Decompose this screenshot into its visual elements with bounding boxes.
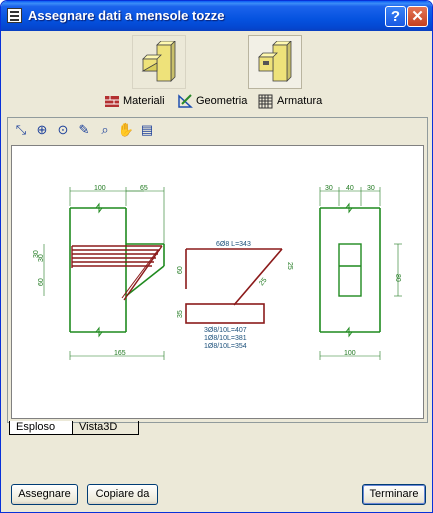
bar-schedule: 6Ø8 L=343 60 25 25 35 3Ø8/10L=407 1Ø8/10…: [177, 241, 293, 350]
left-elevation: 100 65 30 30 60 165: [33, 185, 165, 360]
dim-left-top-2: 65: [140, 185, 148, 192]
dim-bar-a: 60: [177, 266, 184, 274]
zoom-extents-icon[interactable]: ⤡: [12, 121, 30, 139]
ruler-triangle-icon: [177, 93, 193, 109]
dialog-window: Assegnare dati a mensole tozze ? ✕ Mater…: [0, 0, 433, 513]
corbel-stepped-icon: [258, 41, 292, 82]
zoom-in-icon[interactable]: ⊕: [33, 121, 51, 139]
geometry-label: Geometria: [196, 95, 248, 107]
help-button[interactable]: ?: [385, 6, 406, 27]
dim-left-side-3: 60: [38, 278, 45, 286]
close-button[interactable]: ✕: [407, 6, 428, 27]
title-bar[interactable]: Assegnare dati a mensole tozze ? ✕: [1, 1, 432, 31]
materials-label: Materiali: [123, 95, 165, 107]
dim-left-side-2: 30: [38, 254, 45, 262]
reinforcement-link[interactable]: Armatura: [258, 93, 322, 109]
app-icon: [7, 8, 22, 23]
print-icon[interactable]: ▤: [138, 121, 156, 139]
reinforcement-label: Armatura: [277, 95, 323, 107]
view-toolbar: ⤡ ⊕ ⊙ ✎ ⌕ ✋ ▤: [12, 121, 156, 141]
tab-exploded[interactable]: Esploso: [9, 421, 73, 435]
dim-right-top-1: 30: [325, 185, 333, 192]
tab-view3d[interactable]: Vista3D: [73, 421, 139, 435]
corbel-type-1-button[interactable]: [132, 35, 186, 89]
zoom-2x-icon[interactable]: ⊙: [54, 121, 72, 139]
dim-right-top-3: 30: [367, 185, 375, 192]
pencil-icon[interactable]: ✎: [75, 121, 93, 139]
geometry-link[interactable]: Geometria: [177, 93, 247, 109]
dim-right-bottom: 100: [344, 350, 356, 357]
bar-top-label: 6Ø8 L=343: [216, 241, 251, 248]
drawing-canvas[interactable]: 100 65 30 30 60 165 6Ø8 L=343 60 25 25 3…: [11, 145, 424, 419]
dim-right-top-2: 40: [346, 185, 354, 192]
grid-icon: [258, 94, 274, 109]
corbel-drawing: 100 65 30 30 60 165 6Ø8 L=343 60 25 25 3…: [33, 185, 402, 360]
zoom-window-icon[interactable]: ⌕: [96, 121, 114, 139]
corbel-icon: [141, 41, 176, 82]
dim-bar-d: 25: [258, 277, 268, 288]
bricks-icon: [104, 94, 120, 109]
dim-left-top-1: 100: [94, 185, 106, 192]
dim-right-side: 80: [394, 274, 401, 282]
drawing-panel: ⤡ ⊕ ⊙ ✎ ⌕ ✋ ▤ 100 65 30 30 60 165 6Ø8 L=…: [7, 117, 428, 423]
stirrup-label-1: 3Ø8/10L=407: [204, 327, 247, 334]
stirrup-label-3: 1Ø8/10L=354: [204, 343, 247, 350]
pan-hand-icon[interactable]: ✋: [117, 121, 135, 139]
copy-from-button[interactable]: Copiare da: [87, 484, 158, 505]
assign-button[interactable]: Assegnare: [11, 484, 78, 505]
corbel-type-2-button[interactable]: [248, 35, 302, 89]
finish-button[interactable]: Terminare: [362, 484, 426, 505]
dim-bar-c: 35: [177, 310, 184, 318]
dim-bar-b: 25: [286, 262, 293, 270]
window-title: Assegnare dati a mensole tozze: [28, 8, 225, 23]
dim-left-bottom: 165: [114, 350, 126, 357]
stirrup-label-2: 1Ø8/10L=381: [204, 335, 247, 342]
right-section: 30 40 30 80 100: [319, 185, 402, 360]
materials-link[interactable]: Materiali: [104, 93, 165, 109]
